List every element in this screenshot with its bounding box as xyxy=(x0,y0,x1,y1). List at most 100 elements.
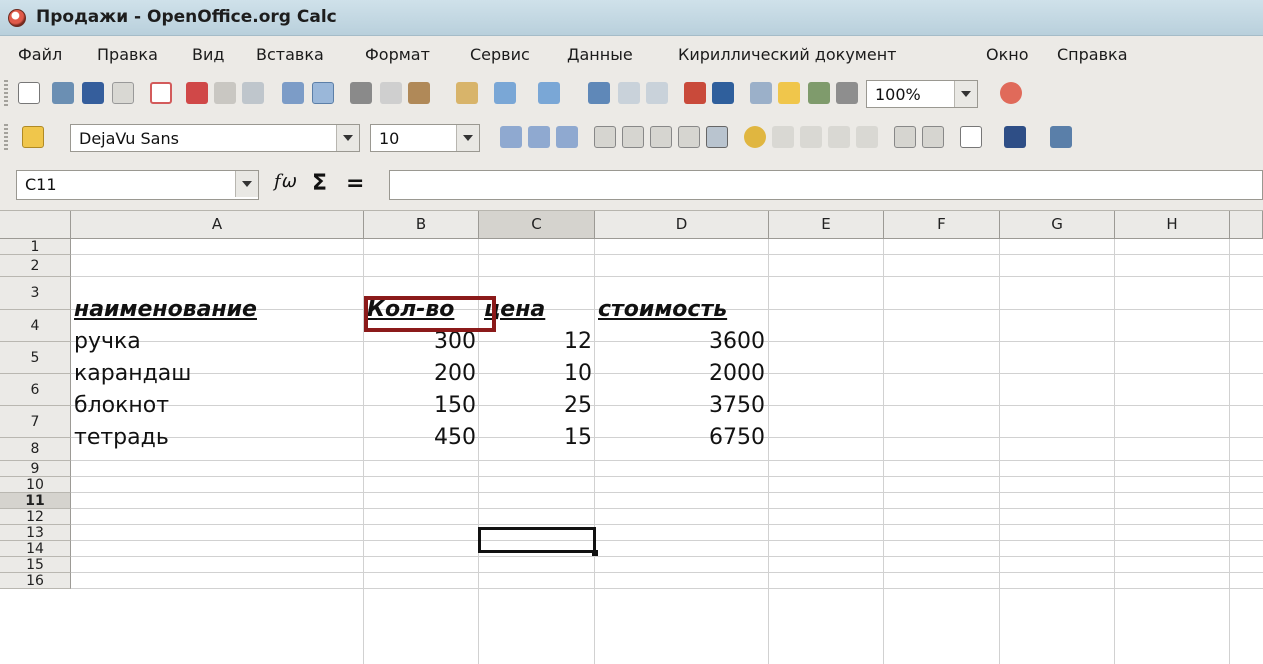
cell-d6[interactable]: 3750 xyxy=(595,393,765,418)
cell-a6[interactable]: блокнот xyxy=(74,393,169,418)
cell-c7[interactable]: 15 xyxy=(479,425,592,450)
chevron-down-icon[interactable] xyxy=(336,125,359,151)
cell-d7[interactable]: 6750 xyxy=(595,425,765,450)
align-right-icon[interactable] xyxy=(650,126,672,148)
spreadsheet-grid[interactable]: A B C D E F G H 1 2 3 4 5 6 7 8 9 10 11 12 13 14 15 16 … xyxy=(0,211,1263,664)
print-preview-icon[interactable] xyxy=(242,82,264,104)
new-document-icon[interactable] xyxy=(18,82,40,104)
align-left-icon[interactable] xyxy=(594,126,616,148)
help-icon[interactable] xyxy=(1000,82,1022,104)
delete-decimal-icon[interactable] xyxy=(856,126,878,148)
spellcheck-icon[interactable] xyxy=(282,82,304,104)
edit-file-icon[interactable] xyxy=(150,82,172,104)
standard-number-format-icon[interactable] xyxy=(800,126,822,148)
sort-descending-icon[interactable] xyxy=(646,82,668,104)
menu-view[interactable]: Вид xyxy=(192,45,224,64)
row-header-6[interactable]: 6 xyxy=(0,374,71,406)
row-header-4[interactable]: 4 xyxy=(0,310,71,342)
name-box[interactable]: C11 xyxy=(16,170,259,200)
menu-tools[interactable]: Сервис xyxy=(470,45,530,64)
toolbar-grip[interactable] xyxy=(4,124,8,152)
open-icon[interactable] xyxy=(52,82,74,104)
chart-icon[interactable] xyxy=(684,82,706,104)
bold-icon[interactable] xyxy=(500,126,522,148)
menu-file[interactable]: Файл xyxy=(18,45,62,64)
function-icon[interactable]: = xyxy=(346,171,364,196)
percent-format-icon[interactable] xyxy=(772,126,794,148)
cell-c5[interactable]: 10 xyxy=(479,361,592,386)
sum-icon[interactable]: Σ xyxy=(312,171,327,196)
row-header-11[interactable]: 11 xyxy=(0,493,71,509)
row-header-14[interactable]: 14 xyxy=(0,541,71,557)
menu-window[interactable]: Окно xyxy=(986,45,1029,64)
font-size-combo[interactable]: 10 xyxy=(370,124,480,152)
menu-format[interactable]: Формат xyxy=(365,45,430,64)
row-header-15[interactable]: 15 xyxy=(0,557,71,573)
increase-indent-icon[interactable] xyxy=(922,126,944,148)
cell-b4[interactable]: 300 xyxy=(364,329,476,354)
currency-format-icon[interactable] xyxy=(744,126,766,148)
zoom-combo[interactable]: 100% xyxy=(866,80,978,108)
row-header-12[interactable]: 12 xyxy=(0,509,71,525)
menu-help[interactable]: Справка xyxy=(1057,45,1128,64)
menu-cyrillic-document[interactable]: Кириллический документ xyxy=(678,45,896,64)
cell-d4[interactable]: 3600 xyxy=(595,329,765,354)
chevron-down-icon[interactable] xyxy=(456,125,479,151)
align-center-icon[interactable] xyxy=(622,126,644,148)
column-header-d[interactable]: D xyxy=(595,211,769,239)
cell-a5[interactable]: карандаш xyxy=(74,361,191,386)
row-header-2[interactable]: 2 xyxy=(0,255,71,277)
row-header-3[interactable]: 3 xyxy=(0,277,71,310)
email-icon[interactable] xyxy=(112,82,134,104)
column-header-b[interactable]: B xyxy=(364,211,479,239)
undo-icon[interactable] xyxy=(494,82,516,104)
cell-d3[interactable]: стоимость xyxy=(598,297,727,322)
row-header-1[interactable]: 1 xyxy=(0,239,71,255)
function-wizard-icon[interactable]: f⍵ xyxy=(274,171,296,192)
row-header-5[interactable]: 5 xyxy=(0,342,71,374)
show-draw-functions-icon[interactable] xyxy=(712,82,734,104)
save-icon[interactable] xyxy=(82,82,104,104)
background-color-icon[interactable] xyxy=(1004,126,1026,148)
decrease-indent-icon[interactable] xyxy=(894,126,916,148)
data-sources-icon[interactable] xyxy=(836,82,858,104)
paste-icon[interactable] xyxy=(408,82,430,104)
chevron-down-icon[interactable] xyxy=(235,171,258,197)
navigator-icon[interactable] xyxy=(778,82,800,104)
active-cell-cursor[interactable] xyxy=(478,527,596,553)
justify-icon[interactable] xyxy=(678,126,700,148)
select-all-corner[interactable] xyxy=(0,211,71,239)
row-header-13[interactable]: 13 xyxy=(0,525,71,541)
cell-b6[interactable]: 150 xyxy=(364,393,476,418)
cell-d5[interactable]: 2000 xyxy=(595,361,765,386)
row-header-9[interactable]: 9 xyxy=(0,461,71,477)
column-header-f[interactable]: F xyxy=(884,211,1000,239)
column-header-a[interactable]: A xyxy=(71,211,364,239)
cut-icon[interactable] xyxy=(350,82,372,104)
cell-c6[interactable]: 25 xyxy=(479,393,592,418)
fill-handle[interactable] xyxy=(592,550,598,556)
sort-ascending-icon[interactable] xyxy=(618,82,640,104)
cell-a7[interactable]: тетрадь xyxy=(74,425,169,450)
row-header-10[interactable]: 10 xyxy=(0,477,71,493)
print-icon[interactable] xyxy=(214,82,236,104)
cell-b7[interactable]: 450 xyxy=(364,425,476,450)
italic-icon[interactable] xyxy=(528,126,550,148)
font-name-combo[interactable]: DejaVu Sans xyxy=(70,124,360,152)
menu-data[interactable]: Данные xyxy=(567,45,633,64)
column-header-c[interactable]: C xyxy=(479,211,595,239)
export-pdf-icon[interactable] xyxy=(186,82,208,104)
menu-insert[interactable]: Вставка xyxy=(256,45,324,64)
column-header-h[interactable]: H xyxy=(1115,211,1230,239)
autospellcheck-icon[interactable] xyxy=(312,82,334,104)
redo-icon[interactable] xyxy=(538,82,560,104)
find-replace-icon[interactable] xyxy=(750,82,772,104)
add-decimal-icon[interactable] xyxy=(828,126,850,148)
underline-icon[interactable] xyxy=(556,126,578,148)
hyperlink-icon[interactable] xyxy=(588,82,610,104)
styles-formatting-icon[interactable] xyxy=(22,126,44,148)
cell-a4[interactable]: ручка xyxy=(74,329,141,354)
row-header-7[interactable]: 7 xyxy=(0,406,71,438)
toolbar-grip[interactable] xyxy=(4,80,8,108)
copy-icon[interactable] xyxy=(380,82,402,104)
